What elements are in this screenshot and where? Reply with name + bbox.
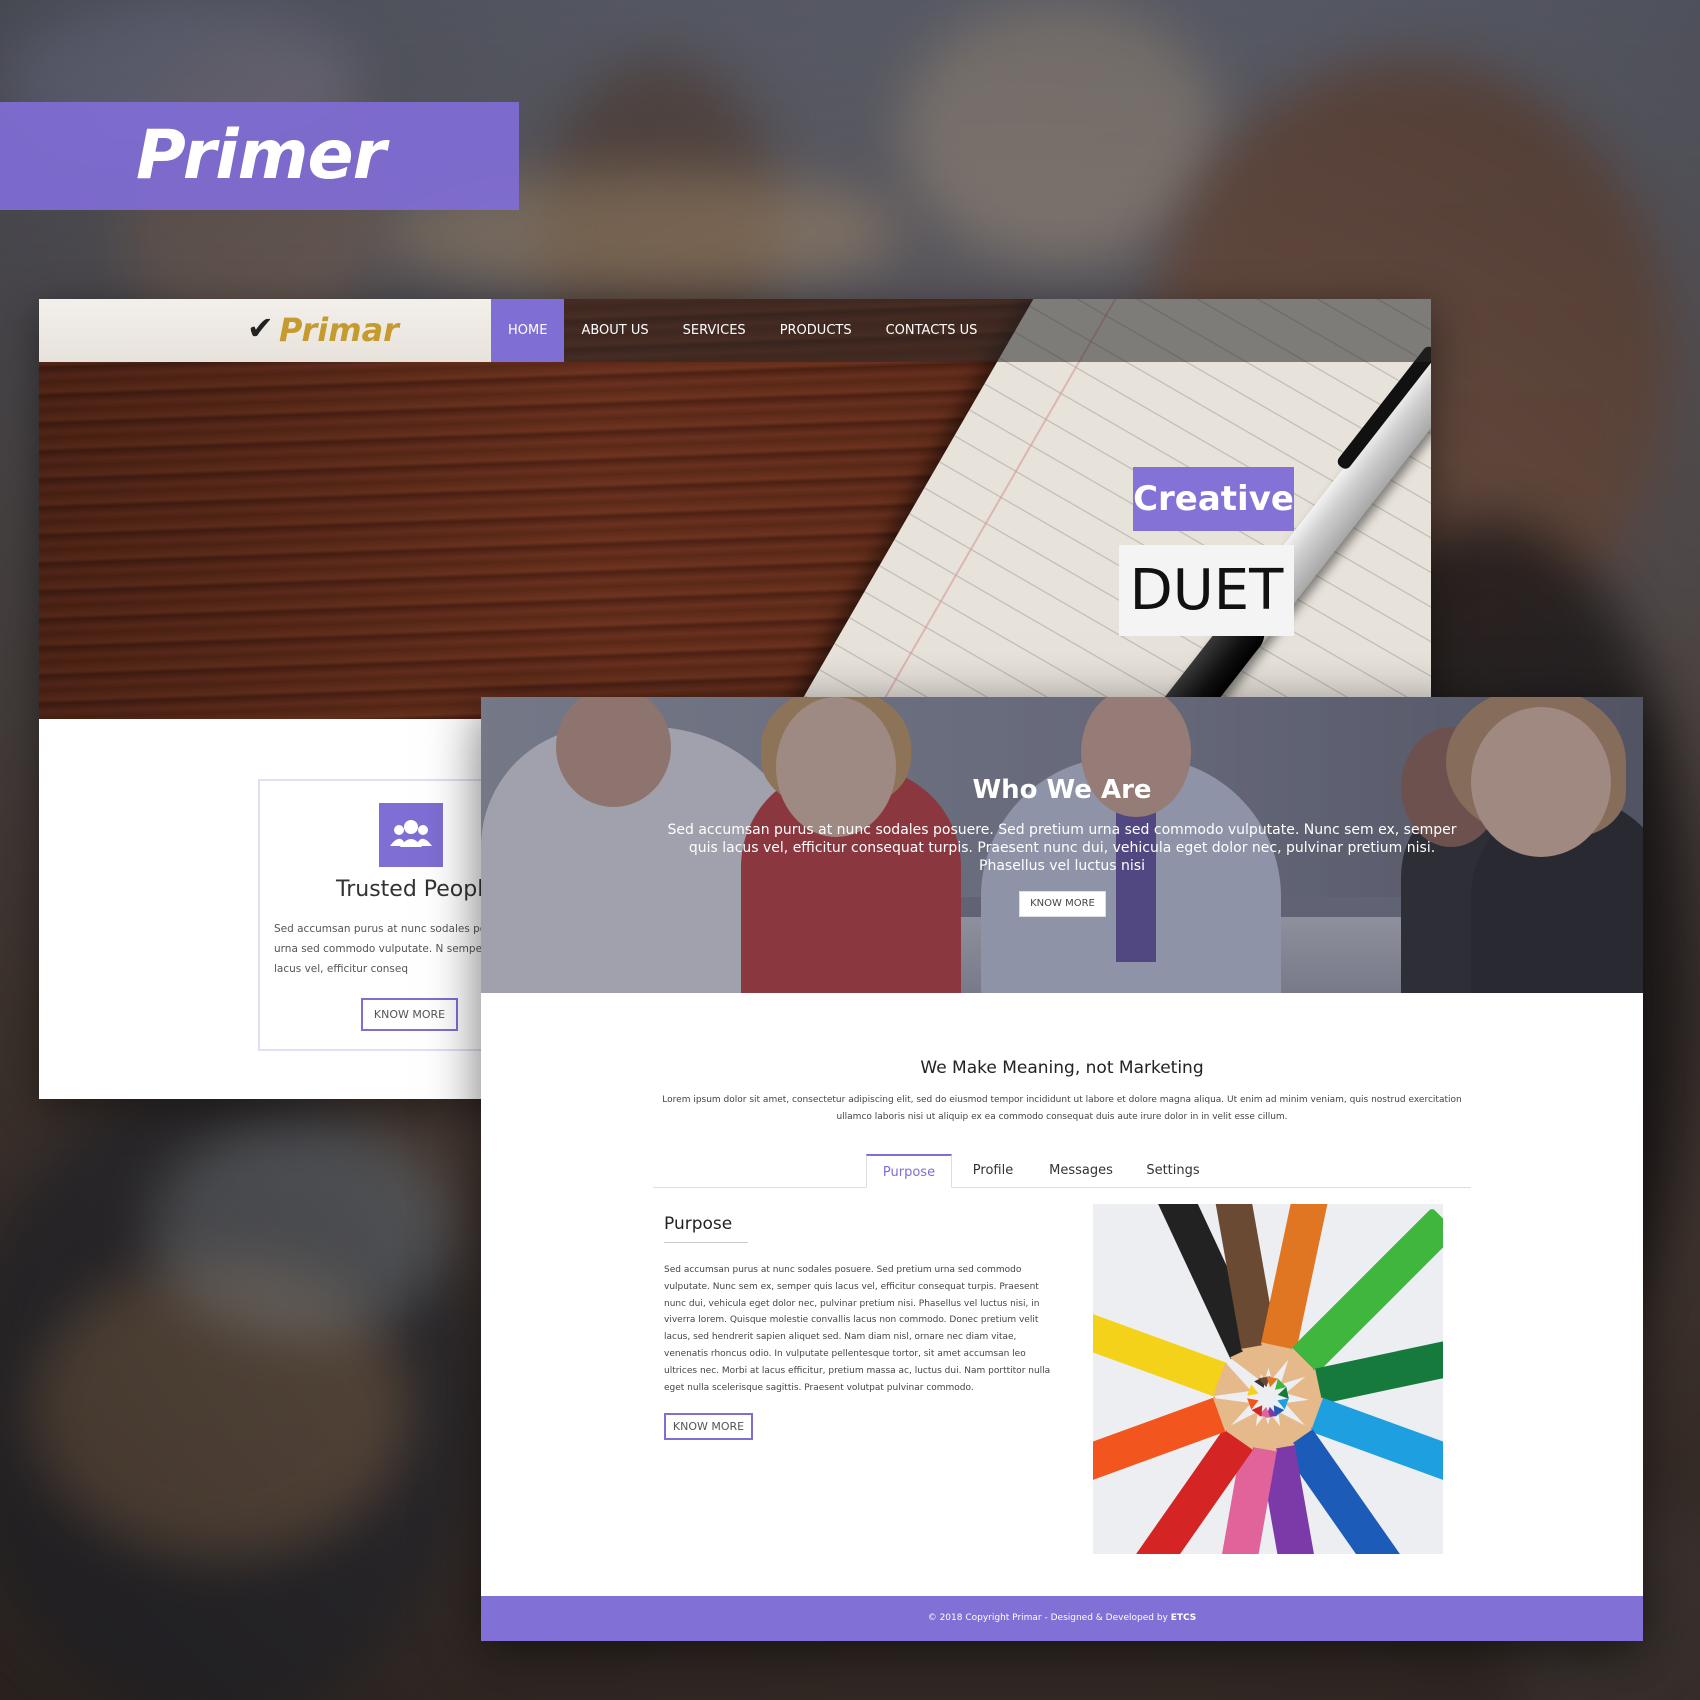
nav-item-contacts-us[interactable]: CONTACTS US <box>869 299 995 362</box>
check-icon: ✔ <box>247 309 274 347</box>
feature-card-trusted-people: Trusted People Sed accumsan purus at nun… <box>258 779 530 1051</box>
colored-pencils-image <box>1093 1204 1443 1554</box>
top-navbar: ✔ Primar HOME ABOUT US SERVICES PRODUCTS… <box>39 299 1431 362</box>
nav-item-products[interactable]: PRODUCTS <box>763 299 869 362</box>
hero-title-duet: DUET <box>1119 545 1294 636</box>
section-title-who-we-are: Who We Are <box>972 775 1152 805</box>
card-title: Trusted People <box>336 877 497 902</box>
brand-name: Primar <box>279 311 399 349</box>
purpose-heading: Purpose <box>664 1214 733 1234</box>
tab-settings[interactable]: Settings <box>1131 1154 1215 1188</box>
banner-title: Primer <box>136 116 386 195</box>
nav-menu: HOME ABOUT US SERVICES PRODUCTS CONTACTS… <box>491 299 1431 362</box>
tab-purpose[interactable]: Purpose <box>866 1154 952 1188</box>
tab-profile[interactable]: Profile <box>958 1154 1028 1188</box>
footer: © 2018 Copyright Primar - Designed & Dev… <box>481 1596 1643 1641</box>
footer-copyright: © 2018 Copyright Primar - Designed & Dev… <box>927 1613 1171 1623</box>
title-banner: Primer <box>0 102 519 210</box>
know-more-button[interactable]: KNOW MORE <box>664 1413 753 1440</box>
meaning-text: Lorem ipsum dolor sit amet, consectetur … <box>662 1095 1462 1122</box>
who-we-are-text: Sed accumsan purus at nunc sodales posue… <box>667 822 1457 874</box>
users-icon <box>379 803 443 867</box>
hero-title-creative: Creative <box>1133 467 1294 531</box>
know-more-button[interactable]: KNOW MORE <box>361 998 458 1031</box>
nav-item-services[interactable]: SERVICES <box>666 299 763 362</box>
nav-item-home[interactable]: HOME <box>491 299 565 362</box>
heading-underline <box>664 1242 748 1243</box>
purpose-text: Sed accumsan purus at nunc sodales posue… <box>664 1265 1051 1393</box>
brand-logo[interactable]: ✔ Primar <box>39 299 491 362</box>
footer-company-link[interactable]: ETCS <box>1171 1613 1197 1623</box>
tab-bar: Purpose Profile Messages Settings <box>653 1154 1471 1188</box>
tab-messages[interactable]: Messages <box>1036 1154 1126 1188</box>
nav-item-about-us[interactable]: ABOUT US <box>564 299 665 362</box>
section-title-meaning: We Make Meaning, not Marketing <box>920 1058 1204 1078</box>
know-more-button[interactable]: KNOW MORE <box>1019 891 1106 917</box>
website-preview-about: Who We Are Sed accumsan purus at nunc so… <box>481 697 1643 1641</box>
